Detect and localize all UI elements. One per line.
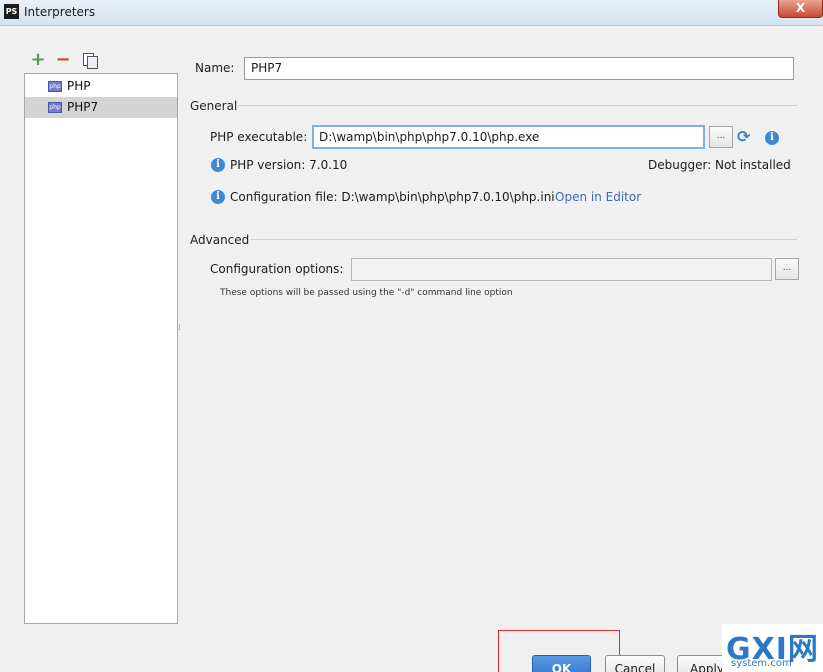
- list-item-php7[interactable]: php PHP7: [25, 97, 177, 118]
- debugger-status-text: Debugger: Not installed: [648, 158, 791, 172]
- browse-executable-button[interactable]: ...: [709, 126, 733, 148]
- window-title: Interpreters: [24, 5, 96, 19]
- copy-interpreter-button[interactable]: [80, 52, 98, 69]
- watermark-logo: GXI网 system.com: [722, 624, 823, 672]
- advanced-divider: [250, 239, 797, 240]
- php-executable-label: PHP executable:: [210, 130, 308, 144]
- remove-interpreter-button[interactable]: −: [55, 51, 71, 69]
- close-button[interactable]: X: [778, 0, 823, 18]
- info-icon: i: [211, 190, 225, 204]
- splitter-handle[interactable]: ⁞: [178, 324, 182, 340]
- cancel-button[interactable]: Cancel: [605, 655, 665, 672]
- php-icon: php: [48, 81, 62, 92]
- general-divider: [238, 105, 797, 106]
- general-section-title: General: [190, 99, 238, 113]
- php-icon: php: [48, 102, 62, 113]
- watermark-small-text: system.com: [731, 658, 792, 669]
- advanced-section-title: Advanced: [190, 233, 250, 247]
- configuration-options-input[interactable]: [351, 258, 772, 281]
- name-input[interactable]: PHP7: [244, 57, 794, 80]
- interpreter-list[interactable]: php PHP php PHP7: [24, 73, 178, 624]
- name-label: Name:: [195, 61, 235, 75]
- info-icon[interactable]: i: [765, 131, 779, 145]
- browse-options-button[interactable]: ...: [775, 258, 799, 280]
- options-hint-text: These options will be passed using the "…: [220, 288, 513, 298]
- list-item-label: PHP7: [67, 100, 99, 114]
- open-in-editor-link[interactable]: Open in Editor: [555, 190, 641, 204]
- configuration-options-label: Configuration options:: [210, 262, 344, 276]
- ok-button[interactable]: OK: [532, 655, 591, 672]
- title-bar: PS Interpreters X: [0, 0, 823, 26]
- info-icon: i: [211, 158, 225, 172]
- list-item-php[interactable]: php PHP: [25, 76, 177, 97]
- phpstorm-logo-icon: PS: [4, 4, 19, 19]
- php-executable-input[interactable]: D:\wamp\bin\php\php7.0.10\php.exe: [312, 125, 705, 149]
- list-item-label: PHP: [67, 79, 91, 93]
- add-interpreter-button[interactable]: +: [30, 51, 46, 69]
- php-version-text: PHP version: 7.0.10: [230, 158, 348, 172]
- configuration-file-text: Configuration file: D:\wamp\bin\php\php7…: [230, 190, 555, 204]
- reload-icon[interactable]: ⟳: [737, 129, 755, 145]
